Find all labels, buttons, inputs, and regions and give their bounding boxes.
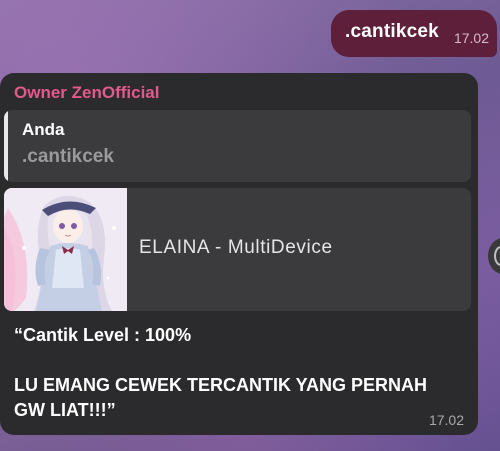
quote-bar xyxy=(4,110,8,182)
sent-message-text: .cantikcek xyxy=(345,21,439,42)
sent-message-time: 17.02 xyxy=(453,30,489,46)
message-line xyxy=(14,348,469,373)
quoted-message[interactable]: Anda .cantikcek xyxy=(4,110,471,182)
message-line: GW LIAT!!!” xyxy=(14,400,116,420)
message-line: “Cantik Level : 100% xyxy=(14,325,192,345)
message-line: LU EMANG CEWEK TERCANTIK YANG PERNAH xyxy=(14,375,428,395)
quote-author: Anda xyxy=(22,120,65,139)
link-preview[interactable]: ELAINA - MultiDevice xyxy=(4,188,471,311)
anime-girl-image xyxy=(4,188,127,311)
share-icon xyxy=(494,246,500,266)
message-body: “Cantik Level : 100% LU EMANG CEWEK TERC… xyxy=(14,323,469,423)
sent-message-bubble[interactable]: .cantikcek 17.02 xyxy=(331,10,497,57)
link-preview-title: ELAINA - MultiDevice xyxy=(139,237,333,258)
received-message-time: 17.02 xyxy=(428,412,464,428)
received-message-bubble[interactable]: Owner ZenOfficial Anda .cantikcek ELAINA… xyxy=(0,73,478,435)
share-button[interactable] xyxy=(488,238,500,274)
quote-text: .cantikcek xyxy=(22,146,114,167)
sender-name[interactable]: Owner ZenOfficial xyxy=(14,83,159,103)
